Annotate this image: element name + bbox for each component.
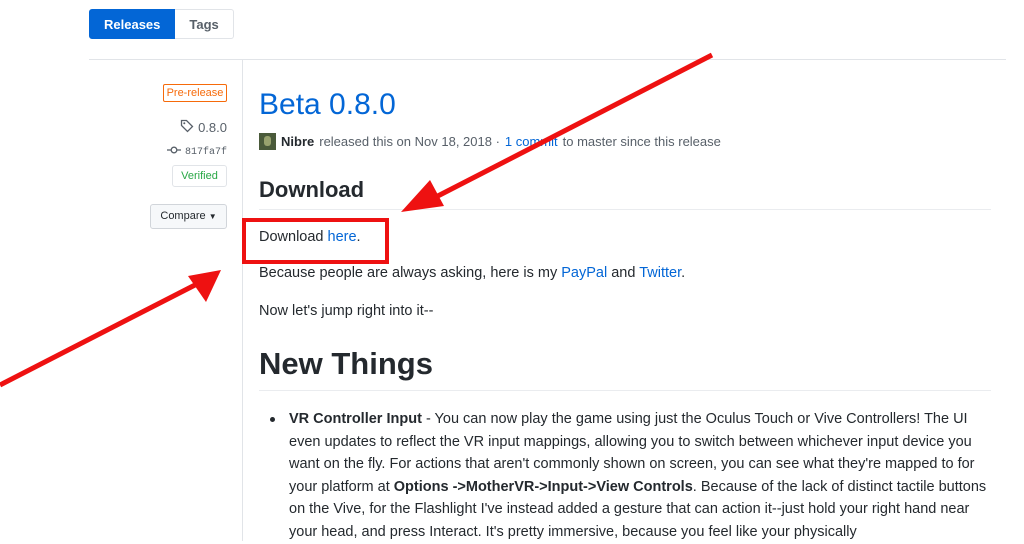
heading-divider [259,209,991,210]
tab-tags[interactable]: Tags [175,9,234,39]
tab-releases[interactable]: Releases [89,9,176,39]
bullet-title: VR Controller Input [289,411,422,427]
release-meta: Nibre released this on Nov 18, 2018 · 1 … [259,133,721,150]
download-heading: Download [259,177,365,202]
commit-sha: 817fa7f [184,146,227,158]
and-text: and [607,265,640,281]
tag-link[interactable]: 0.8.0 [180,119,227,136]
list-item: VR Controller Input - You can now play t… [270,408,989,544]
verified-badge[interactable]: Verified [172,165,227,187]
heading-divider [259,390,991,391]
paypal-link[interactable]: PayPal [561,265,607,281]
release-title[interactable]: Beta 0.8.0 [259,88,396,122]
bullet-bold-path: Options ->MotherVR->Input->View Controls [393,478,693,495]
commit-icon [166,145,181,159]
twitter-suffix: . [681,265,686,281]
prerelease-badge: Pre-release [163,84,227,102]
tag-name: 0.8.0 [198,120,227,135]
commit-link[interactable]: 817fa7f [166,145,227,159]
commits-link[interactable]: 1 commit [505,134,558,149]
release-date-text: released this on Nov 18, 2018 · [319,134,500,149]
intro-paragraph: Now let's jump right into it-- [259,303,434,319]
commits-suffix: to master since this release [562,134,721,149]
donation-paragraph: Because people are always asking, here i… [259,265,685,281]
release-tabs: Releases Tags [89,9,234,39]
compare-label: Compare [160,210,206,222]
donation-text: Because people are always asking, here i… [259,265,562,281]
new-things-heading: New Things [259,346,433,381]
divider [89,59,1006,60]
caret-down-icon: ▼ [208,212,217,221]
author-link[interactable]: Nibre [281,134,314,149]
highlight-box [242,218,389,264]
compare-button[interactable]: Compare ▼ [150,204,227,229]
timeline-divider [242,60,243,541]
twitter-link[interactable]: Twitter [639,265,681,281]
tag-icon [180,119,194,136]
arrow-bottom-left [0,270,221,388]
avatar[interactable] [259,133,276,150]
